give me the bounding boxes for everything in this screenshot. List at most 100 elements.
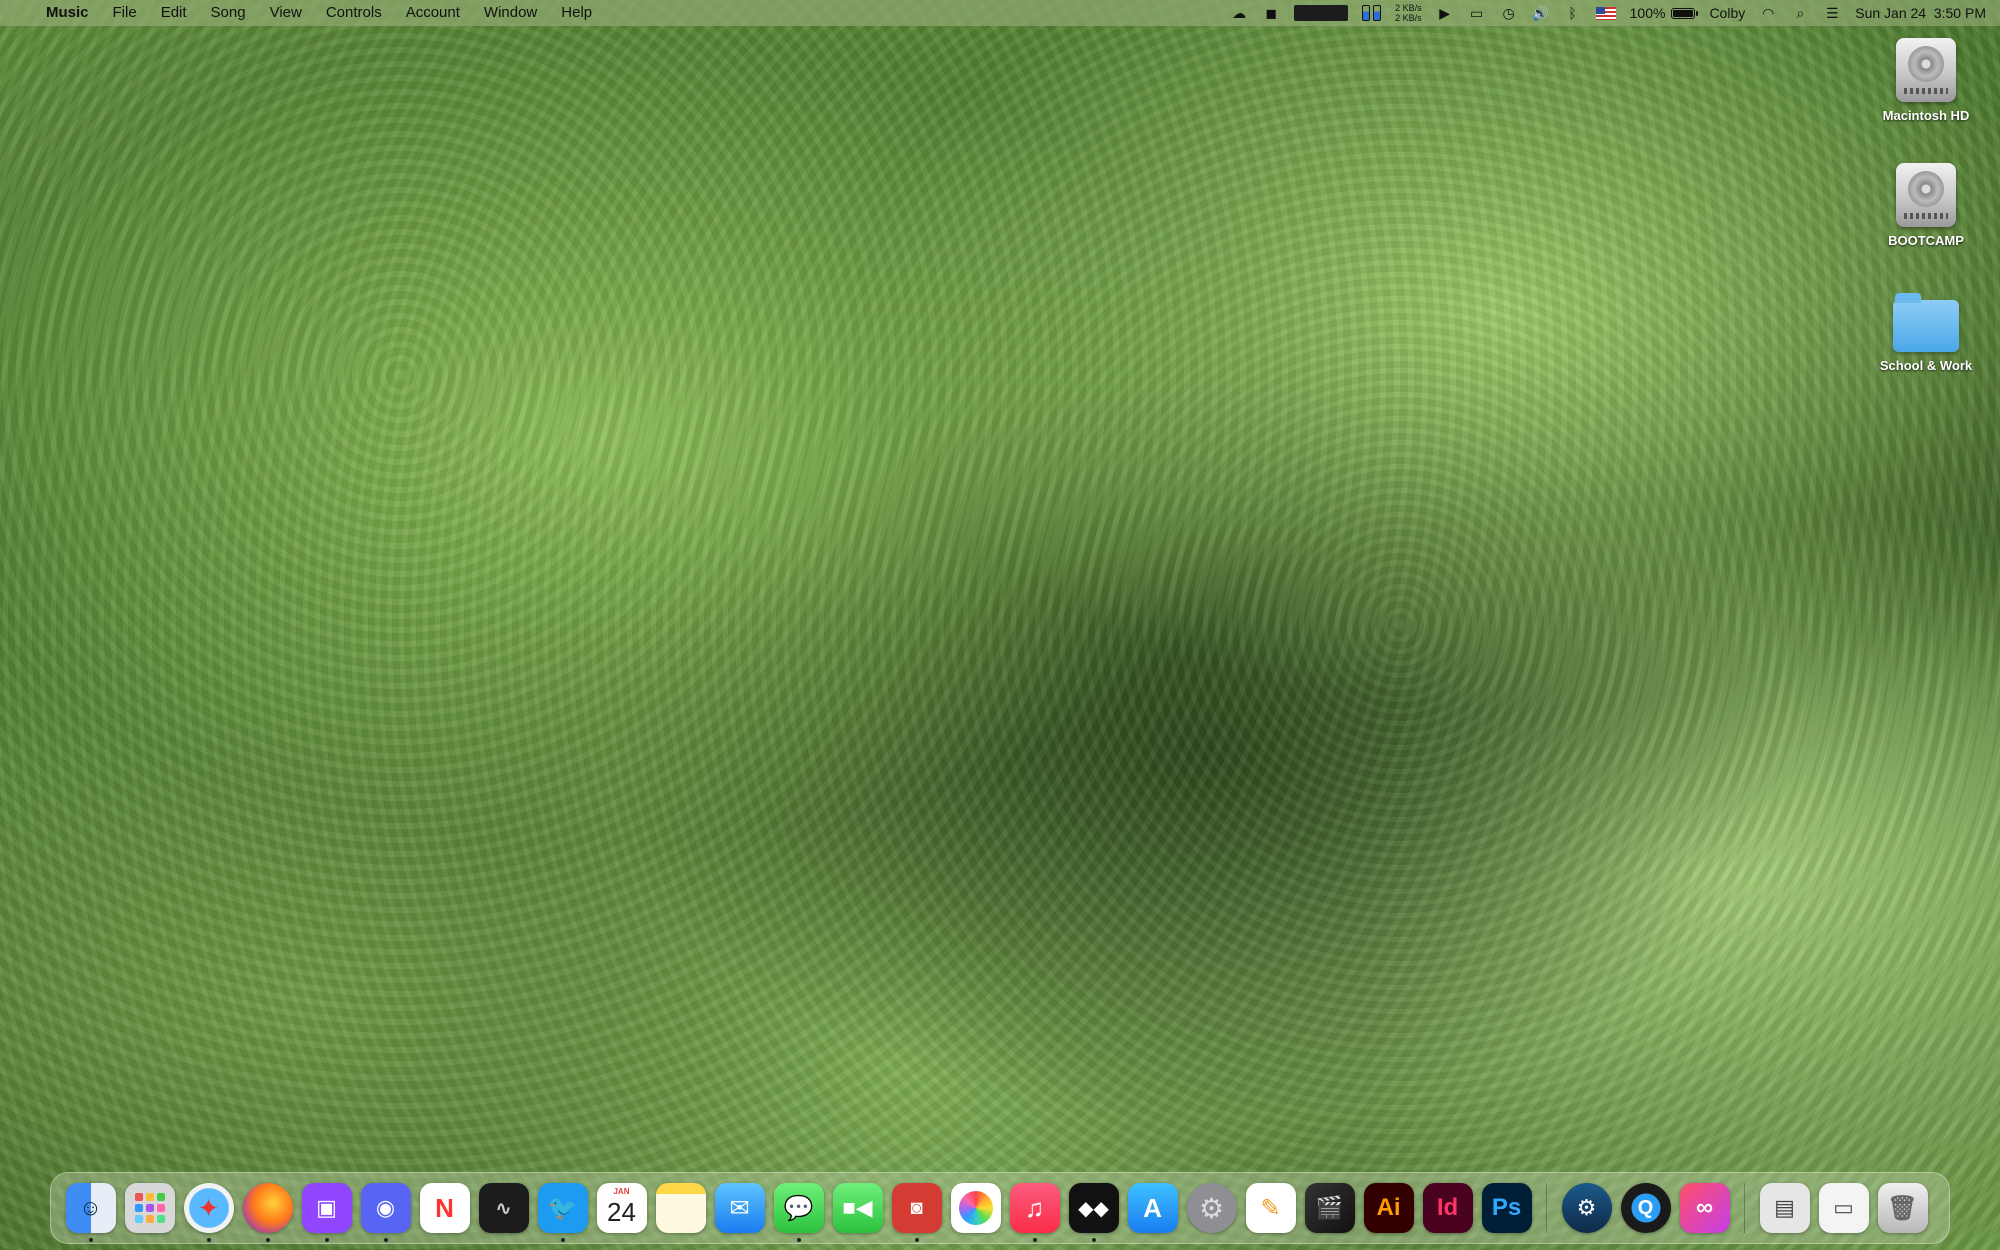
hard-disk-icon bbox=[1896, 38, 1956, 102]
dock-twitch[interactable]: ▣ bbox=[301, 1183, 352, 1242]
dock-twitter[interactable]: 🐦 bbox=[537, 1183, 588, 1242]
running-indicator bbox=[796, 1238, 801, 1242]
dock-trash[interactable]: 🗑 bbox=[1877, 1183, 1928, 1233]
dock-photo-booth[interactable]: ◙ bbox=[891, 1183, 942, 1242]
quicktime-icon: Q bbox=[1637, 1196, 1654, 1219]
app-store-icon: A bbox=[1143, 1192, 1162, 1223]
menu-bar-clock[interactable]: Sun Jan 24 3:50 PM bbox=[1855, 5, 1986, 21]
airplay-display-icon[interactable]: ▭ bbox=[1468, 5, 1486, 21]
network-speed-readout[interactable]: 2 KB/s 2 KB/s bbox=[1395, 3, 1422, 23]
photoshop-label: Ps bbox=[1491, 1194, 1522, 1221]
dock-news[interactable]: N bbox=[419, 1183, 470, 1233]
dock-pages[interactable]: ✎ bbox=[1245, 1183, 1296, 1233]
calendar-month: JAN bbox=[613, 1187, 630, 1196]
menu-edit[interactable]: Edit bbox=[149, 0, 199, 26]
spotlight-search-icon[interactable]: ⌕ bbox=[1791, 5, 1809, 21]
dock-separator bbox=[1744, 1183, 1745, 1233]
desktop-item-macintosh-hd[interactable]: Macintosh HD bbox=[1866, 38, 1986, 123]
dock-discord[interactable]: ◉ bbox=[360, 1183, 411, 1242]
dock-steam[interactable]: ⚙ bbox=[1561, 1183, 1612, 1233]
dock-final-cut-pro[interactable]: 🎬 bbox=[1304, 1183, 1355, 1233]
dock-facetime[interactable]: ■◀ bbox=[832, 1183, 883, 1233]
desktop-item-bootcamp[interactable]: BOOTCAMP bbox=[1866, 163, 1986, 248]
menu-account[interactable]: Account bbox=[394, 0, 472, 26]
desktop-item-label: School & Work bbox=[1879, 358, 1973, 373]
input-source-flag-icon[interactable] bbox=[1595, 6, 1616, 20]
menu-bar: Music File Edit Song View Controls Accou… bbox=[0, 0, 2000, 26]
running-indicator bbox=[560, 1238, 565, 1242]
wifi-icon[interactable]: ◠ bbox=[1759, 5, 1777, 21]
running-indicator bbox=[265, 1238, 270, 1242]
play-icon[interactable]: ▶ bbox=[1436, 5, 1454, 21]
running-indicator bbox=[914, 1238, 919, 1242]
volume-icon[interactable]: 🔊 bbox=[1532, 5, 1550, 21]
menu-bar-extras: ☁ ◼ 2 KB/s 2 KB/s ▶ ▭ ◷ 🔊 ᛒ 100% Colby ◠… bbox=[1230, 0, 2000, 26]
illustrator-label: Ai bbox=[1376, 1194, 1401, 1221]
menu-file[interactable]: File bbox=[101, 0, 149, 26]
app-tray-icon[interactable]: ◼ bbox=[1262, 5, 1280, 21]
cpu-meter-icon[interactable] bbox=[1294, 5, 1349, 21]
dock-illustrator[interactable]: Ai bbox=[1363, 1183, 1414, 1233]
indesign-label: Id bbox=[1436, 1194, 1459, 1221]
dock-creative-cloud[interactable]: ∞ bbox=[1679, 1183, 1730, 1233]
menu-song[interactable]: Song bbox=[199, 0, 258, 26]
network-upload-speed: 2 KB/s bbox=[1395, 3, 1422, 13]
running-indicator bbox=[383, 1238, 388, 1242]
running-indicator bbox=[1032, 1238, 1037, 1242]
dock-mail[interactable]: ✉ bbox=[714, 1183, 765, 1233]
dock-photos[interactable] bbox=[950, 1183, 1001, 1233]
dock-messages[interactable]: 💬 bbox=[773, 1183, 824, 1242]
folder-icon bbox=[1893, 293, 1959, 352]
running-indicator bbox=[1091, 1238, 1096, 1242]
twitch-icon: ▣ bbox=[316, 1195, 337, 1220]
dock-tidal[interactable]: ◆◆ bbox=[1068, 1183, 1119, 1242]
dock-notes[interactable] bbox=[655, 1183, 706, 1233]
memory-meter-icon[interactable] bbox=[1362, 5, 1382, 21]
dock-separator bbox=[1546, 1183, 1547, 1233]
dock-quicktime[interactable]: Q bbox=[1620, 1183, 1671, 1233]
user-name[interactable]: Colby bbox=[1709, 5, 1745, 21]
desktop-item-school-and-work[interactable]: School & Work bbox=[1866, 292, 1986, 373]
dock-safari[interactable]: ✦ bbox=[183, 1183, 234, 1242]
desktop-item-label: Macintosh HD bbox=[1882, 108, 1970, 123]
dock-system-preferences[interactable]: ⚙ bbox=[1186, 1183, 1237, 1233]
app-menu-music[interactable]: Music bbox=[34, 0, 101, 26]
dock-finder[interactable]: ☺ bbox=[65, 1183, 116, 1242]
menu-view[interactable]: View bbox=[258, 0, 314, 26]
photos-flower-icon bbox=[958, 1191, 993, 1225]
bluetooth-icon[interactable]: ᛒ bbox=[1564, 5, 1582, 21]
menu-bar-left: Music File Edit Song View Controls Accou… bbox=[0, 0, 604, 26]
time-machine-icon[interactable]: ◷ bbox=[1500, 5, 1518, 21]
dock-photoshop[interactable]: Ps bbox=[1481, 1183, 1532, 1233]
menu-help[interactable]: Help bbox=[549, 0, 604, 26]
battery-icon bbox=[1671, 7, 1699, 19]
twitter-bird-icon: 🐦 bbox=[547, 1194, 578, 1222]
document-stack-icon: ▤ bbox=[1774, 1195, 1795, 1220]
dock-music[interactable]: ♫ bbox=[1009, 1183, 1060, 1242]
dock-indesign[interactable]: Id bbox=[1422, 1183, 1473, 1233]
dock-stocks[interactable]: ∿ bbox=[478, 1183, 529, 1233]
speech-bubble-icon: 💬 bbox=[783, 1194, 814, 1222]
dock-recent-document[interactable]: ▤ bbox=[1759, 1183, 1810, 1233]
menu-controls[interactable]: Controls bbox=[314, 0, 394, 26]
launchpad-grid-icon bbox=[134, 1193, 165, 1223]
battery-status[interactable]: 100% bbox=[1629, 5, 1699, 21]
control-center-icon[interactable]: ☰ bbox=[1823, 5, 1841, 21]
battery-percent: 100% bbox=[1629, 5, 1666, 21]
creative-cloud-tray-icon[interactable]: ☁ bbox=[1230, 5, 1248, 21]
waveform-icon: ∿ bbox=[495, 1197, 512, 1220]
running-indicator bbox=[324, 1238, 329, 1242]
desktop-item-label: BOOTCAMP bbox=[1888, 233, 1964, 248]
menu-window[interactable]: Window bbox=[472, 0, 549, 26]
steam-icon: ⚙ bbox=[1576, 1195, 1597, 1220]
battery-fill bbox=[1673, 9, 1694, 17]
envelope-icon: ✉ bbox=[729, 1194, 750, 1222]
music-note-icon: ♫ bbox=[1024, 1192, 1045, 1223]
dock-calendar[interactable]: JAN 24 bbox=[596, 1183, 647, 1233]
dock-launchpad[interactable] bbox=[124, 1183, 175, 1233]
dock-downloads-stack[interactable]: ▭ bbox=[1818, 1183, 1869, 1233]
dock-app-store[interactable]: A bbox=[1127, 1183, 1178, 1233]
dock-firefox[interactable] bbox=[242, 1183, 293, 1242]
gear-icon: ⚙ bbox=[1198, 1192, 1225, 1224]
dock: ☺ ✦ ▣ ◉ N ∿ 🐦 JAN 24 ✉ 💬 ■◀ ◙ ♫ ◆◆ A ⚙ ✎… bbox=[50, 1172, 1950, 1244]
